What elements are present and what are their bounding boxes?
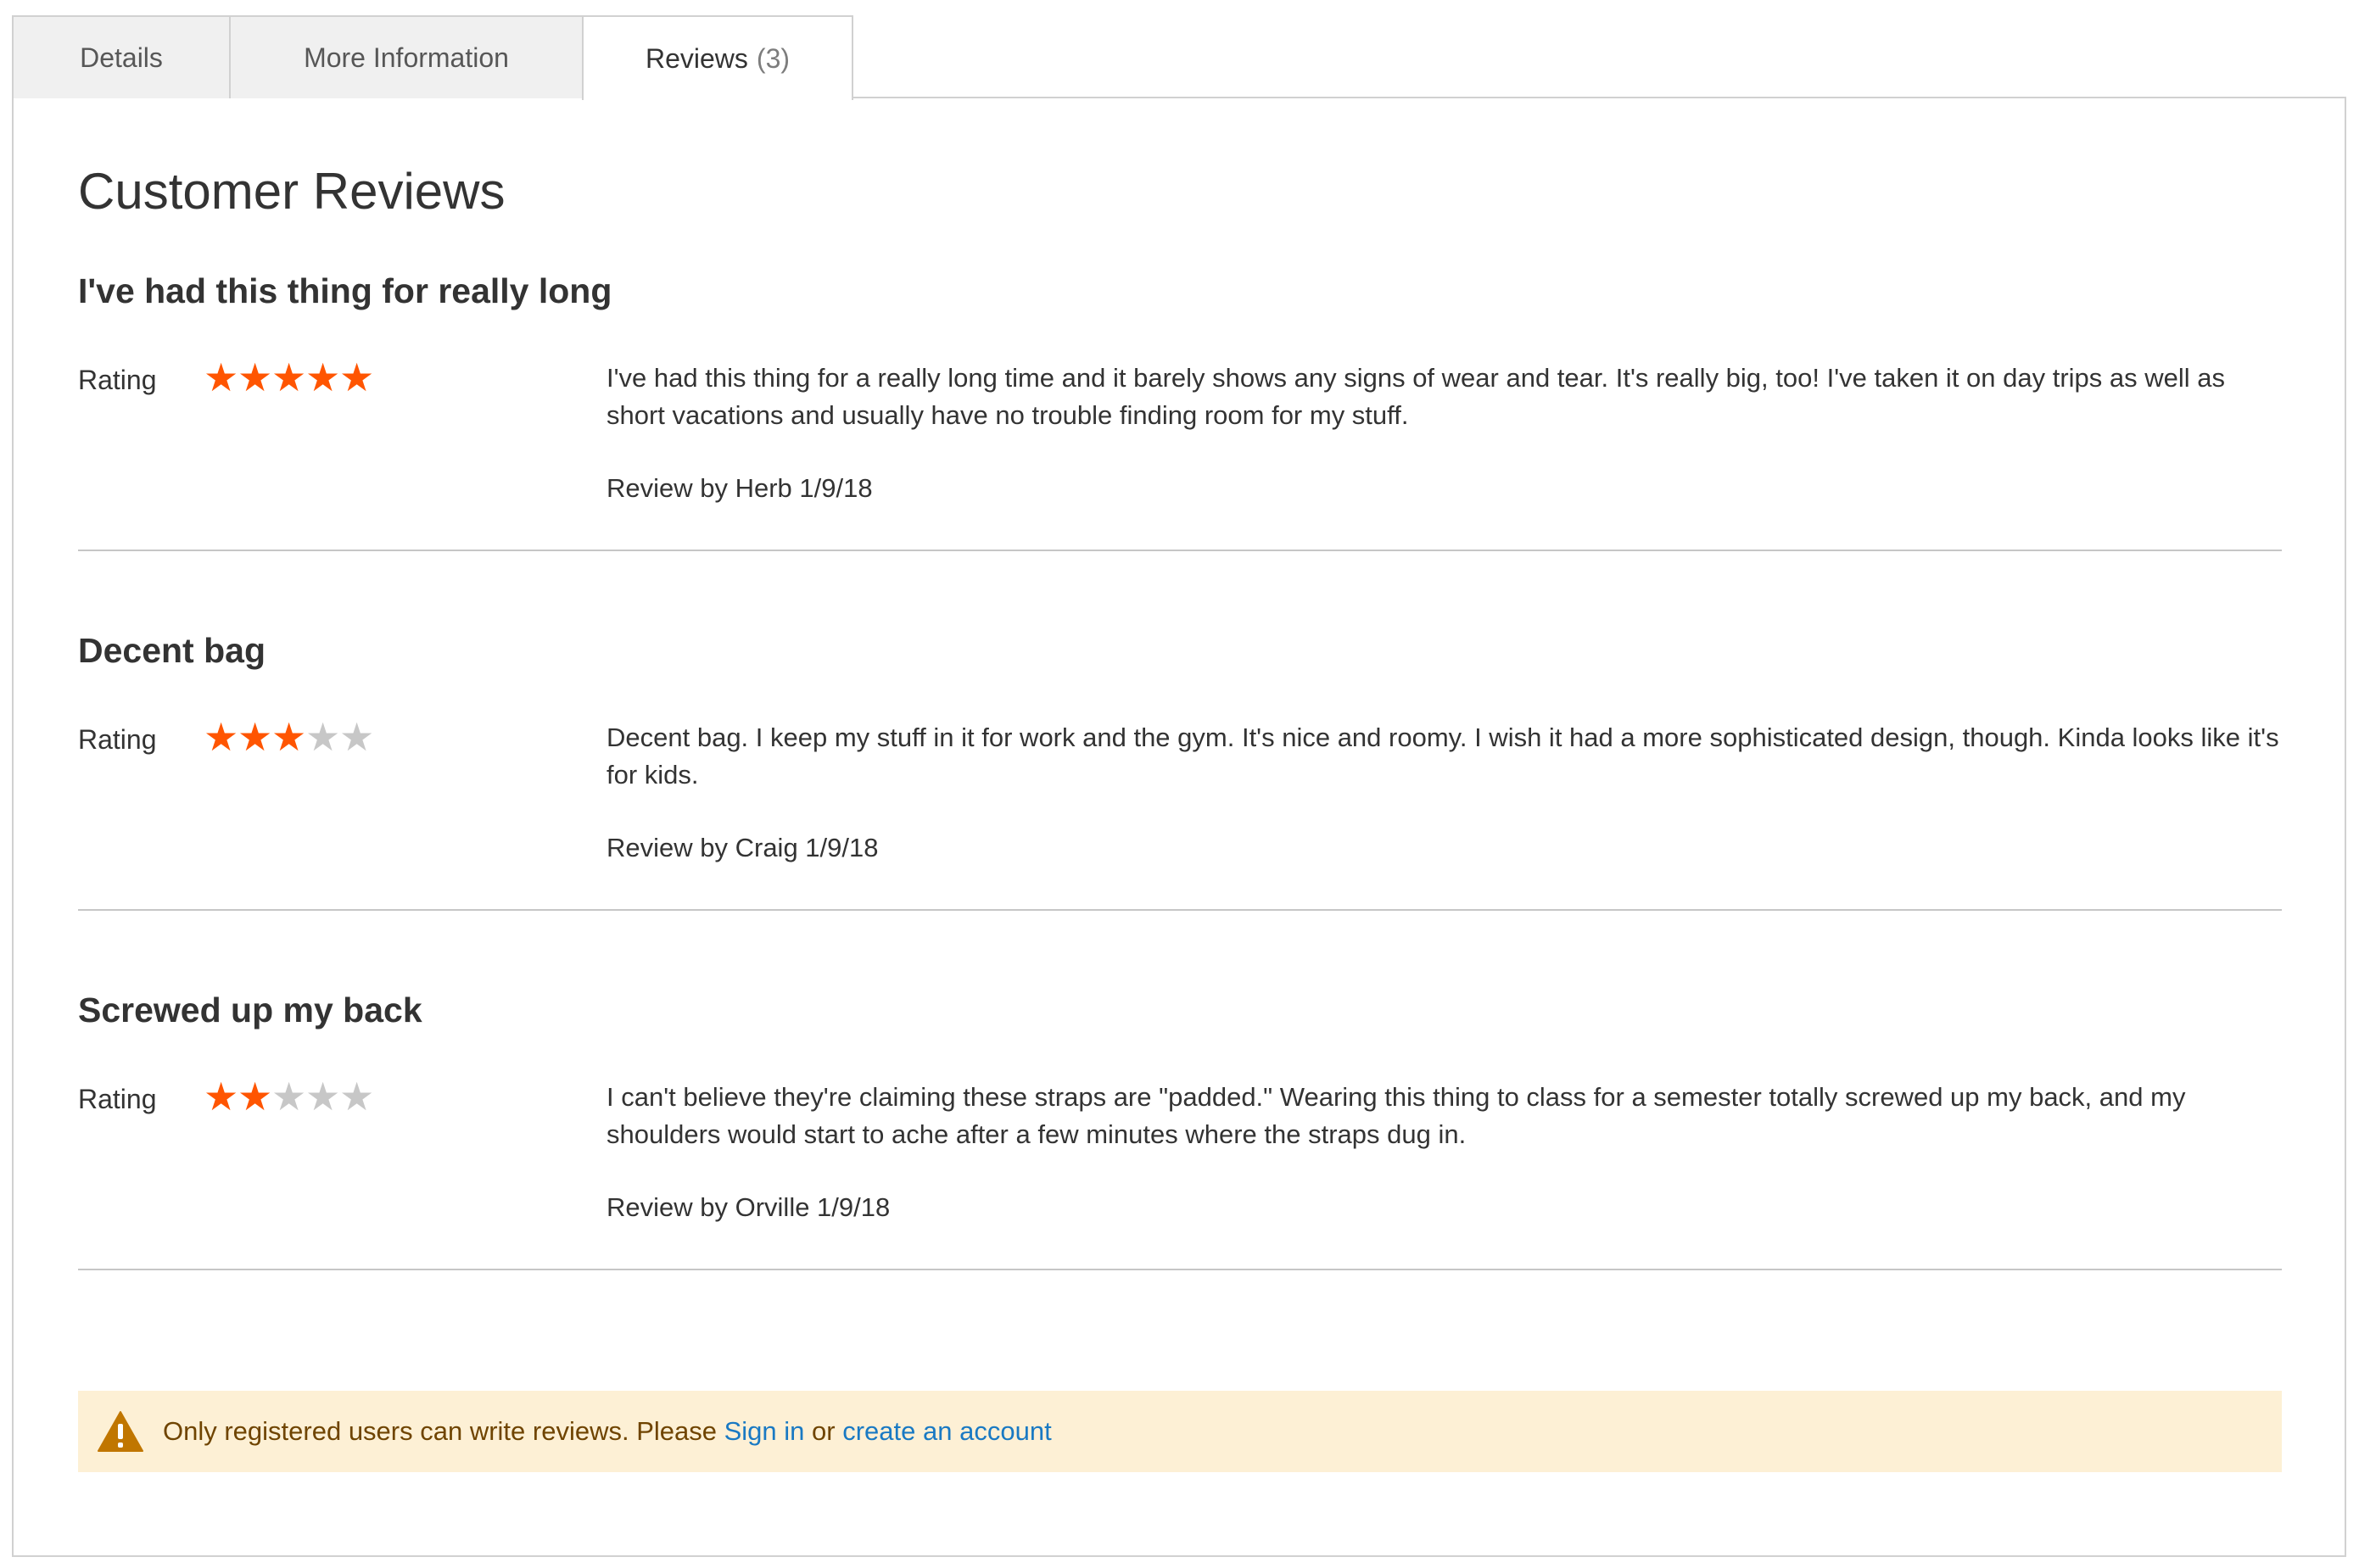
star-filled-icon: ★ (238, 1074, 273, 1119)
review-title: I've had this thing for really long (78, 271, 612, 310)
review-divider (78, 550, 2282, 551)
tab-more-information-label: More Information (304, 42, 509, 73)
star-filled-icon: ★ (238, 715, 273, 759)
tab-reviews-count: (3) (756, 42, 791, 74)
review-title: Screwed up my back (78, 990, 422, 1030)
review-body: I can't believe they're claiming these s… (607, 1082, 2186, 1149)
review-divider (78, 909, 2282, 911)
star-filled-icon: ★ (305, 355, 341, 399)
product-tabs: Details More Information Reviews (3) (12, 15, 853, 100)
tab-details[interactable]: Details (12, 15, 231, 98)
review-author-date: Review by Herb 1/9/18 (607, 473, 873, 503)
star-filled-icon: ★ (271, 715, 307, 759)
registration-notice: Only registered users can write reviews.… (78, 1391, 2282, 1472)
rating-stars: ★ ★ ★ ★ ★ (204, 715, 375, 759)
review-item: Screwed up my back Rating ★ ★ ★ ★ ★ I can't … (78, 989, 2282, 1348)
review-title: Decent bag (78, 631, 266, 670)
star-filled-icon: ★ (271, 355, 307, 399)
star-empty-icon: ★ (305, 715, 341, 759)
rating-stars: ★ ★ ★ ★ ★ (204, 1074, 375, 1119)
star-empty-icon: ★ (339, 715, 375, 759)
review-divider (78, 1269, 2282, 1270)
star-filled-icon: ★ (204, 715, 239, 759)
warning-icon (98, 1411, 143, 1452)
star-empty-icon: ★ (271, 1074, 307, 1119)
star-filled-icon: ★ (238, 355, 273, 399)
notice-or-text: or (812, 1416, 836, 1446)
star-empty-icon: ★ (305, 1074, 341, 1119)
star-filled-icon: ★ (339, 355, 375, 399)
star-empty-icon: ★ (339, 1074, 375, 1119)
notice-text: Only registered users can write reviews.… (163, 1416, 717, 1446)
rating-label: Rating (78, 365, 157, 395)
tab-details-label: Details (80, 42, 163, 73)
review-body: I've had this thing for a really long ti… (607, 363, 2226, 430)
review-author-date: Review by Orville 1/9/18 (607, 1192, 891, 1222)
star-filled-icon: ★ (204, 1074, 239, 1119)
review-author-date: Review by Craig 1/9/18 (607, 833, 879, 862)
tab-more-information[interactable]: More Information (229, 15, 584, 98)
review-item: Decent bag Rating ★ ★ ★ ★ ★ Decent bag. I ke… (78, 629, 2282, 989)
tab-reviews[interactable]: Reviews (3) (582, 15, 853, 100)
rating-label: Rating (78, 724, 157, 755)
review-item: I've had this thing for really long Rati… (78, 270, 2282, 629)
create-account-link[interactable]: create an account (842, 1416, 1051, 1447)
rating-label: Rating (78, 1084, 157, 1114)
review-body: Decent bag. I keep my stuff in it for wo… (607, 723, 2279, 790)
tab-reviews-label: Reviews (645, 42, 748, 74)
rating-stars: ★ ★ ★ ★ ★ (204, 355, 375, 399)
sign-in-link[interactable]: Sign in (724, 1416, 805, 1447)
star-filled-icon: ★ (204, 355, 239, 399)
page-title: Customer Reviews (78, 163, 506, 220)
